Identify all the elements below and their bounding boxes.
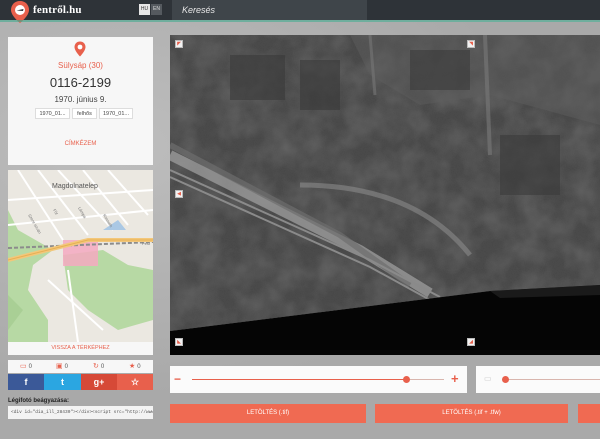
top-accent-line [0,20,600,22]
share-bar: f t g+ ☆ [8,374,153,390]
facebook-share-button[interactable]: f [8,374,44,390]
top-bar: fentről.hu HU EN Keresés [0,0,600,23]
refresh-icon: ↻ [93,363,99,370]
photo-info-card: Sülysáp (30) 0116-2199 1970. június 9. 1… [8,37,153,165]
embed-label: Légifotó beágyazása: [8,398,70,404]
comment-count-value: 0 [28,364,32,370]
favorite-count[interactable]: ★ 0 [129,361,141,372]
map-place-label: Magdolnatelep [52,183,98,190]
lang-hu-button[interactable]: HU [139,4,150,15]
favorite-button[interactable]: ☆ [117,374,153,390]
zoom-slider[interactable] [192,376,444,383]
download-more-button[interactable] [578,404,600,423]
stats-row: ▭ 0 ▣ 0 ↻ 0 ★ 0 [8,360,153,373]
view-count[interactable]: ↻ 0 [93,361,104,372]
star-icon: ★ [129,363,136,370]
opacity-slider[interactable] [502,376,600,383]
twitter-share-button[interactable]: t [44,374,81,390]
svg-text:Pest: Pest [142,241,151,246]
mini-map[interactable]: Magdolnatelep Szent István Fót Lámpa Pes… [8,170,153,355]
logo-text[interactable]: fentről.hu [33,4,82,16]
favorite-count-value: 0 [137,364,141,370]
comment-icon: ▭ [20,363,27,370]
tag-chip[interactable]: felhős [72,108,97,119]
search-tab[interactable]: Keresés [172,0,367,20]
arrow-top-right-icon[interactable]: ◥ [467,40,475,48]
photo-icon: ▣ [56,363,63,370]
area-name-link[interactable]: Sülysáp (30) [8,61,153,70]
zoom-in-button[interactable]: + [451,371,459,386]
zoom-slider-fill [192,379,407,380]
tag-it-button[interactable]: CÍMKÉZEM [8,141,153,147]
location-pin-icon [74,41,86,57]
arrow-bottom-left-icon[interactable]: ◣ [175,338,183,346]
opacity-slider-handle[interactable] [502,376,509,383]
mini-map-drawing: Magdolnatelep Szent István Fót Lámpa Pes… [8,170,153,342]
layers-icon: ▭ [484,374,492,383]
opacity-control: ▭ [476,366,600,393]
arrow-left-icon[interactable]: ◀ [175,190,183,198]
download-tif-button[interactable]: LETÖLTÉS (.tif) [170,404,366,423]
lang-en-button[interactable]: EN [151,4,162,15]
photo-date: 1970. június 9. [54,95,107,104]
back-to-map-button[interactable]: VISSZA A TÉRKÉPHEZ [8,342,153,355]
search-label: Keresés [182,5,216,15]
tag-chip[interactable]: 1970_01... [99,108,133,119]
zoom-out-button[interactable]: − [174,372,181,386]
photo-count[interactable]: ▣ 0 [56,361,68,372]
googleplus-share-button[interactable]: g+ [81,374,117,390]
photo-id: 0116-2199 [49,75,112,90]
zoom-slider-handle[interactable] [403,376,411,383]
comment-count[interactable]: ▭ 0 [20,361,32,372]
aerial-photo[interactable] [170,35,600,355]
tag-chip[interactable]: 1970_01... [35,108,70,119]
arrow-top-left-icon[interactable]: ◤ [175,40,183,48]
embed-code-field[interactable]: <div id="dia_ill_28430"></div><script sr… [8,406,153,419]
arrow-bottom-right-icon[interactable]: ◢ [467,338,475,346]
aerial-photo-viewer[interactable]: ◤ ◥ ◀ ◣ ◢ [170,35,600,355]
view-count-value: 0 [100,364,105,370]
photo-count-value: 0 [64,364,68,370]
download-tif-tfw-button[interactable]: LETÖLTÉS (.tif + .tfw) [375,404,568,423]
zoom-control: − + [170,366,467,393]
